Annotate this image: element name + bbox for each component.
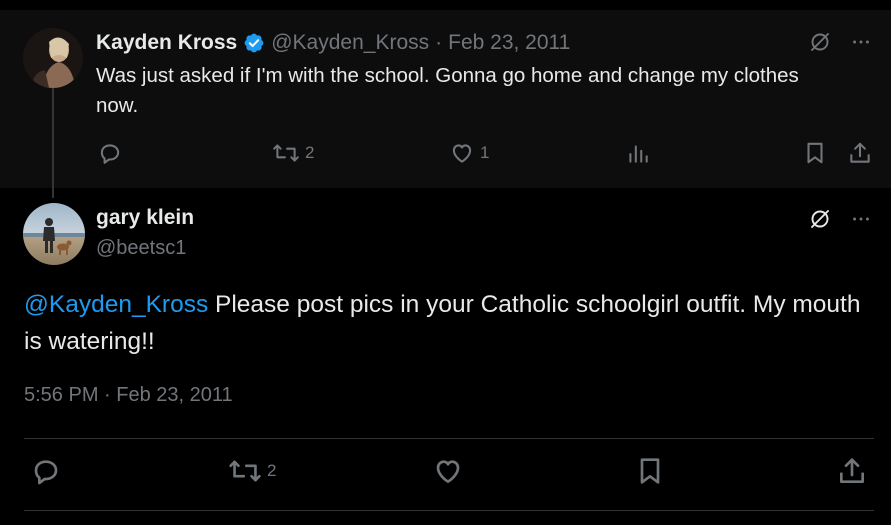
- parent-tweet-text: Was just asked if I'm with the school. G…: [96, 64, 799, 117]
- grok-icon[interactable]: [808, 207, 832, 231]
- parent-author-handle[interactable]: @Kayden_Kross: [271, 31, 429, 55]
- share-button[interactable]: [847, 140, 873, 166]
- main-top-actions: [808, 207, 872, 231]
- reply-icon: [34, 460, 58, 485]
- thread-connector-line: [52, 88, 54, 198]
- retweet-button[interactable]: 2: [272, 140, 314, 166]
- retweet-icon: [229, 460, 261, 482]
- like-button[interactable]: 1: [449, 140, 489, 166]
- main-tweet-timestamp[interactable]: 5:56 PM · Feb 23, 2011: [24, 384, 233, 407]
- main-tweet-text: @Kayden_Kross Please post pics in your C…: [24, 286, 864, 360]
- bookmark-icon: [640, 458, 660, 484]
- main-author-avatar[interactable]: [23, 203, 85, 265]
- share-icon: [850, 142, 870, 163]
- mention-link[interactable]: @Kayden_Kross: [24, 291, 208, 318]
- parent-top-actions: [808, 30, 872, 54]
- reply-icon: [100, 144, 120, 164]
- retweet-count: 2: [267, 461, 277, 480]
- parent-tweet[interactable]: Kayden Kross @Kayden_Kross · Feb 23, 201…: [0, 10, 891, 188]
- verified-badge-icon: [243, 32, 265, 54]
- main-author-handle[interactable]: @beetsc1: [96, 237, 186, 260]
- more-icon[interactable]: [850, 208, 872, 230]
- share-icon: [840, 458, 864, 483]
- analytics-icon: [629, 145, 648, 163]
- more-icon[interactable]: [850, 31, 872, 53]
- bookmark-button[interactable]: [802, 140, 828, 166]
- parent-tweet-header: Kayden Kross @Kayden_Kross · Feb 23, 201…: [96, 31, 570, 55]
- like-icon: [452, 144, 472, 163]
- bookmark-button[interactable]: [634, 455, 666, 487]
- like-button[interactable]: [432, 455, 464, 487]
- analytics-button[interactable]: [625, 140, 651, 166]
- grok-icon[interactable]: [808, 30, 832, 54]
- header-separator: ·: [435, 31, 443, 54]
- reply-button[interactable]: [97, 140, 123, 166]
- parent-tweet-actions: 2 1: [97, 140, 877, 170]
- divider: [24, 438, 874, 439]
- share-button[interactable]: [836, 455, 868, 487]
- main-author-name[interactable]: gary klein: [96, 206, 194, 230]
- parent-author-name[interactable]: Kayden Kross: [96, 31, 237, 55]
- parent-tweet-date[interactable]: Feb 23, 2011: [448, 31, 570, 55]
- parent-author-avatar[interactable]: [23, 28, 83, 88]
- divider: [24, 510, 874, 511]
- main-tweet-actions: 2: [30, 455, 870, 495]
- bookmark-icon: [807, 142, 823, 164]
- like-count: 1: [480, 143, 490, 162]
- retweet-button[interactable]: 2: [228, 455, 276, 487]
- reply-button[interactable]: [30, 455, 62, 487]
- retweet-count: 2: [305, 143, 315, 162]
- like-icon: [436, 460, 460, 483]
- retweet-icon: [273, 144, 299, 162]
